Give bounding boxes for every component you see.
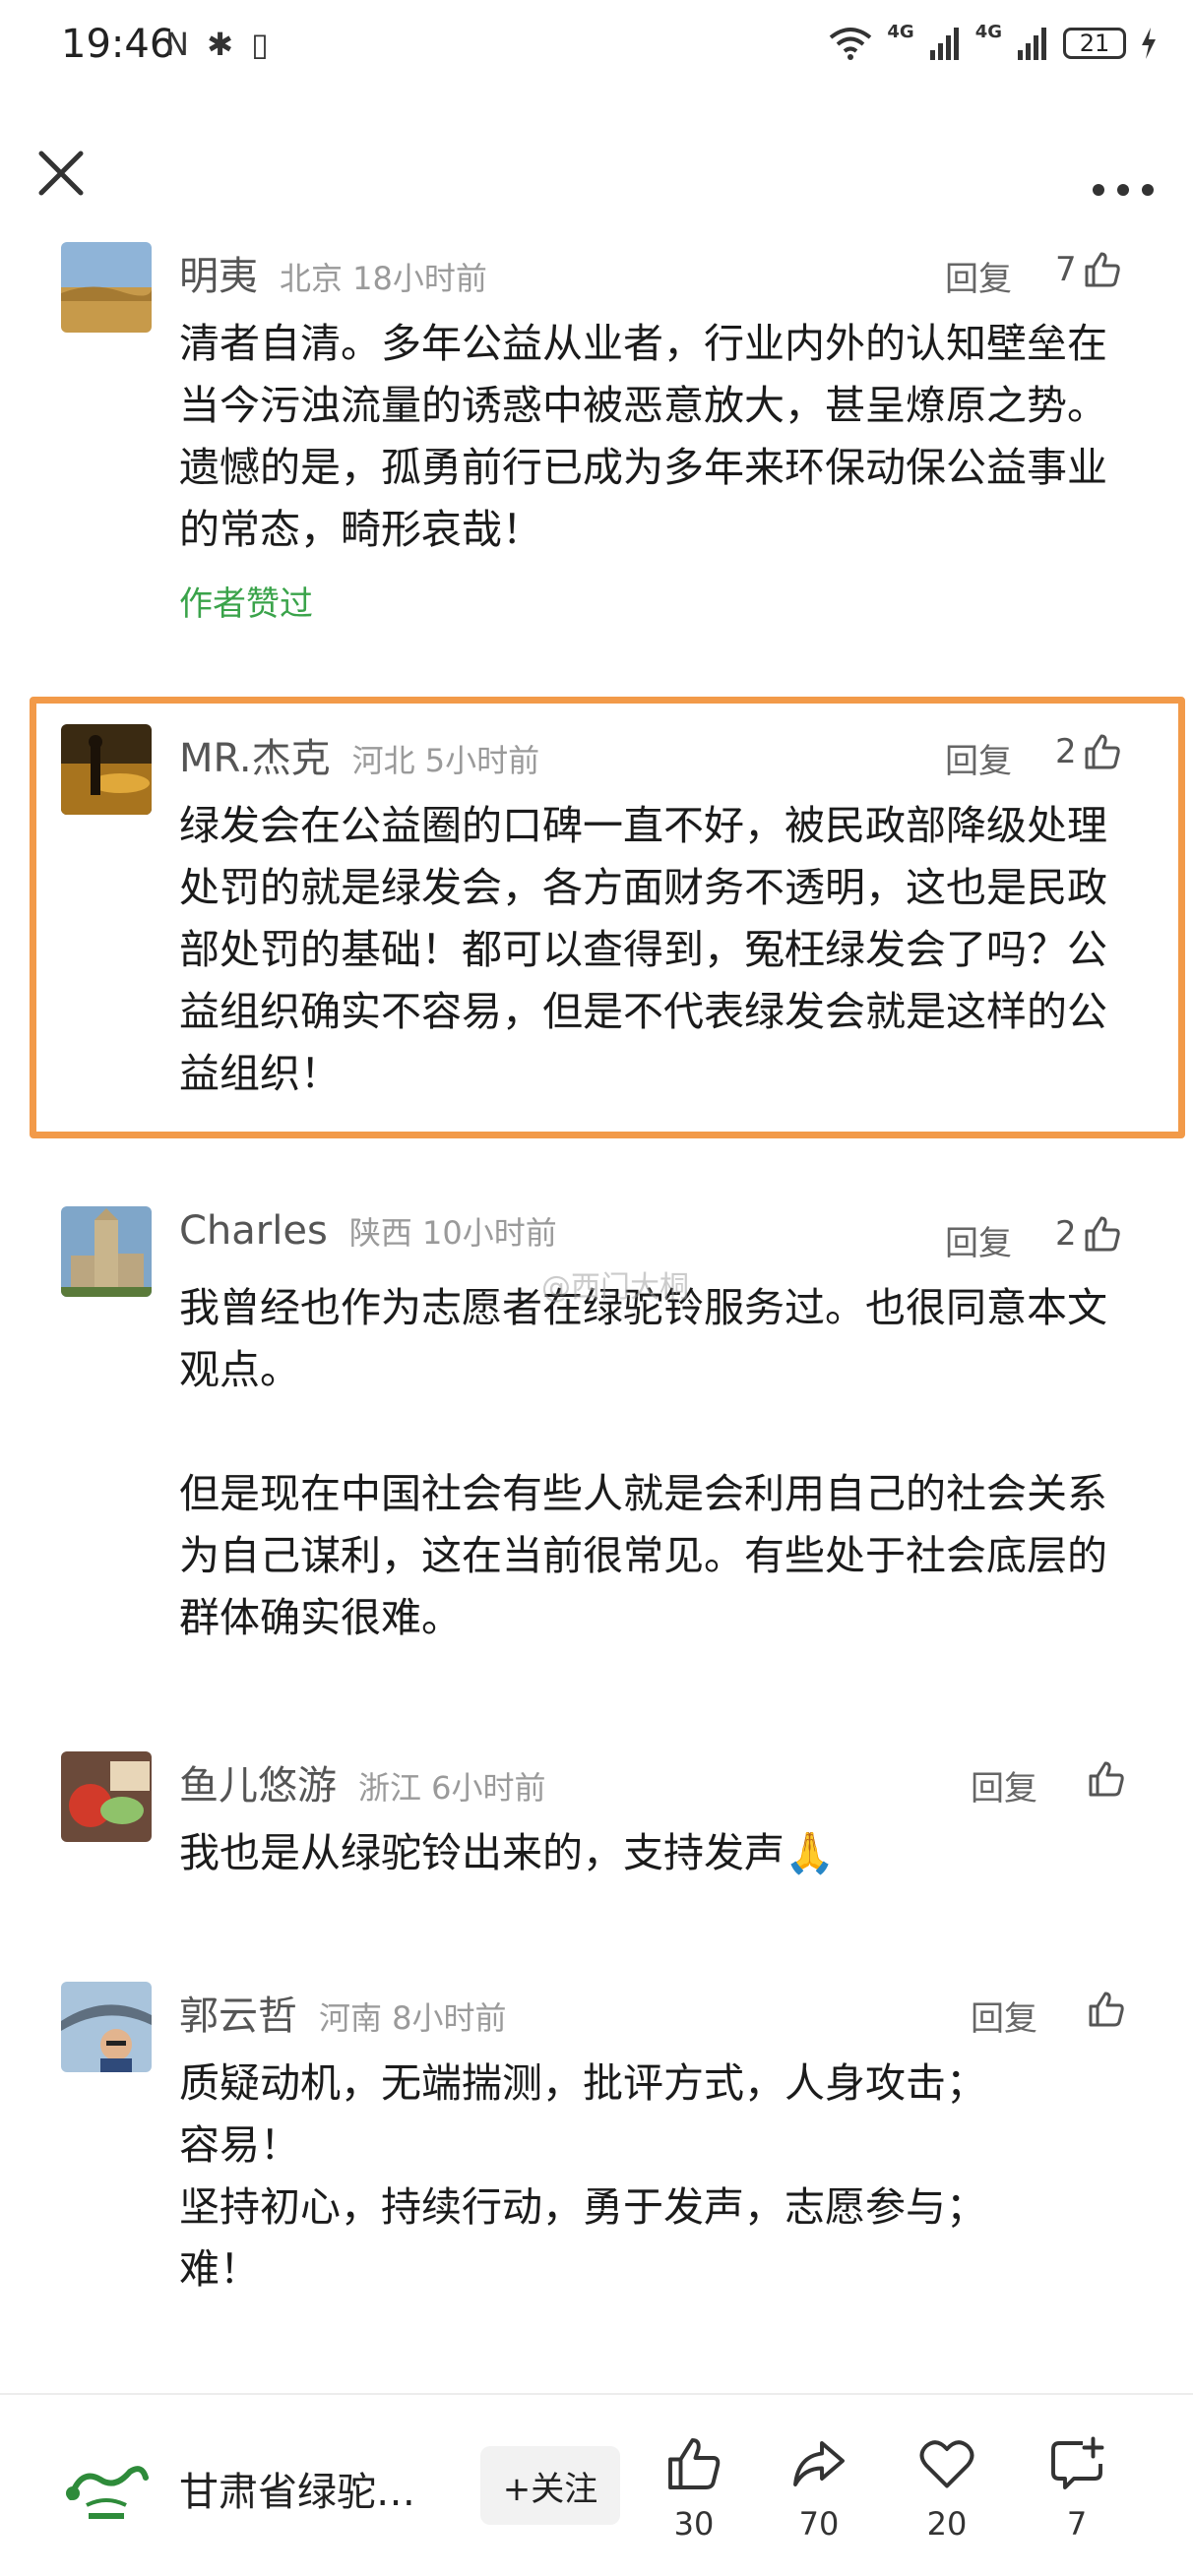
- like-count: 2: [1055, 732, 1077, 771]
- comment-location-time: 河南 8小时前: [319, 1999, 507, 2037]
- comment-text: 清者自清。多年公益从业者，行业内外的认知壁垒在当今污浊流量的诱惑中被恶意放大，甚…: [179, 320, 1107, 553]
- comment-location-time: 浙江 6小时前: [358, 1769, 546, 1807]
- comment-add-icon: [1051, 2436, 1104, 2489]
- signal-icon-2: [1018, 28, 1046, 60]
- comment-text: 质疑动机，无端揣测，批评方式，人身攻击； 容易！ 坚持初心，持续行动，勇于发声，…: [179, 2059, 986, 2293]
- reply-button[interactable]: 回复: [945, 252, 1012, 300]
- like-article-count: 30: [673, 2505, 715, 2543]
- comment-header: MR.杰克 河北 5小时前: [179, 726, 539, 785]
- status-bar: 19:46 N ✱ ▯ 4G 4G 21: [0, 0, 1193, 98]
- like-count: 7: [1055, 250, 1077, 289]
- network-label-2: 4G: [974, 21, 1002, 42]
- like-count: 2: [1055, 1214, 1077, 1254]
- like-button[interactable]: 2: [1055, 1214, 1122, 1254]
- thumb-up-icon: [1085, 1216, 1120, 1252]
- more-options-button[interactable]: [1089, 146, 1158, 201]
- author-liked-label: 作者赞过: [179, 584, 313, 624]
- bottom-action-bar: 甘肃省绿驼… +关注 30 70 20 7: [0, 2393, 1193, 2576]
- comment-location-time: 北京 18小时前: [280, 260, 487, 297]
- status-notification-icons: N ✱ ▯: [165, 26, 273, 63]
- comment-location-time: 河北 5小时前: [351, 742, 540, 779]
- reply-button[interactable]: 回复: [945, 734, 1012, 782]
- charging-icon: [1142, 28, 1156, 59]
- reply-button[interactable]: 回复: [971, 1992, 1037, 2040]
- thumb-up-icon: [1089, 1992, 1124, 2027]
- comment-header: 鱼儿悠游 浙江 6小时前: [179, 1753, 546, 1812]
- signal-icon-1: [929, 28, 959, 60]
- top-nav-bar: [0, 128, 1193, 216]
- comment-author[interactable]: 鱼儿悠游: [179, 1753, 337, 1810]
- comment-text: 我曾经也作为志愿者在绿驼铃服务过。也很同意本文观点。 但是现在中国社会有些人就是…: [179, 1284, 1107, 1641]
- avatar[interactable]: [61, 1982, 152, 2072]
- follow-button[interactable]: +关注: [480, 2446, 620, 2525]
- more-icon: [1093, 184, 1154, 196]
- like-button[interactable]: 2: [1055, 732, 1122, 771]
- close-icon: [38, 151, 84, 196]
- comment-text: 我也是从绿驼铃出来的，支持发声🙏: [179, 1829, 836, 1876]
- comment-author[interactable]: 郭云哲: [179, 1984, 297, 2041]
- status-time: 19:46: [61, 22, 175, 67]
- watermark: @西门大桐: [541, 1270, 689, 1305]
- avatar[interactable]: [61, 242, 152, 333]
- favorite-button[interactable]: 20: [888, 2434, 1006, 2543]
- comment-author[interactable]: 明夷: [179, 244, 258, 301]
- like-button[interactable]: [1087, 1759, 1126, 1799]
- account-logo[interactable]: [61, 2458, 152, 2527]
- thumb-up-icon: [1085, 734, 1120, 769]
- account-name[interactable]: 甘肃省绿驼…: [179, 2460, 415, 2517]
- like-button[interactable]: [1087, 1990, 1126, 2029]
- avatar[interactable]: [61, 1206, 152, 1297]
- network-label-1: 4G: [887, 21, 914, 42]
- reply-button[interactable]: 回复: [945, 1216, 1012, 1264]
- like-button[interactable]: 7: [1055, 250, 1122, 289]
- favorite-count: 20: [926, 2505, 968, 2543]
- comment-text: 绿发会在公益圈的口碑一直不好，被民政部降级处理处罚的就是绿发会，各方面财务不透明…: [179, 802, 1107, 1097]
- thumb-up-icon: [1085, 252, 1120, 287]
- close-button[interactable]: [33, 146, 89, 201]
- comment-header: Charles 陕西 10小时前: [179, 1208, 557, 1267]
- share-count: 70: [798, 2505, 840, 2543]
- comment-header: 明夷 北京 18小时前: [179, 244, 487, 303]
- like-article-button[interactable]: 30: [635, 2434, 753, 2543]
- comment-author[interactable]: Charles: [179, 1208, 328, 1254]
- share-icon: [793, 2441, 845, 2486]
- status-right-icons: 4G 4G 21: [828, 22, 1158, 61]
- comment-header: 郭云哲 河南 8小时前: [179, 1984, 507, 2043]
- comment-location-time: 陕西 10小时前: [348, 1214, 557, 1252]
- thumb-up-icon: [1089, 1761, 1124, 1797]
- battery-icon: 21: [1063, 28, 1126, 59]
- avatar[interactable]: [61, 724, 152, 815]
- reply-button[interactable]: 回复: [971, 1761, 1037, 1809]
- wifi-icon: [830, 28, 872, 60]
- comment-author[interactable]: MR.杰克: [179, 726, 331, 783]
- heart-icon: [919, 2440, 974, 2488]
- avatar[interactable]: [61, 1751, 152, 1842]
- comment-count: 7: [1066, 2505, 1088, 2543]
- thumb-up-icon: [668, 2438, 721, 2489]
- comment-button[interactable]: 7: [1018, 2434, 1136, 2543]
- share-button[interactable]: 70: [760, 2434, 878, 2543]
